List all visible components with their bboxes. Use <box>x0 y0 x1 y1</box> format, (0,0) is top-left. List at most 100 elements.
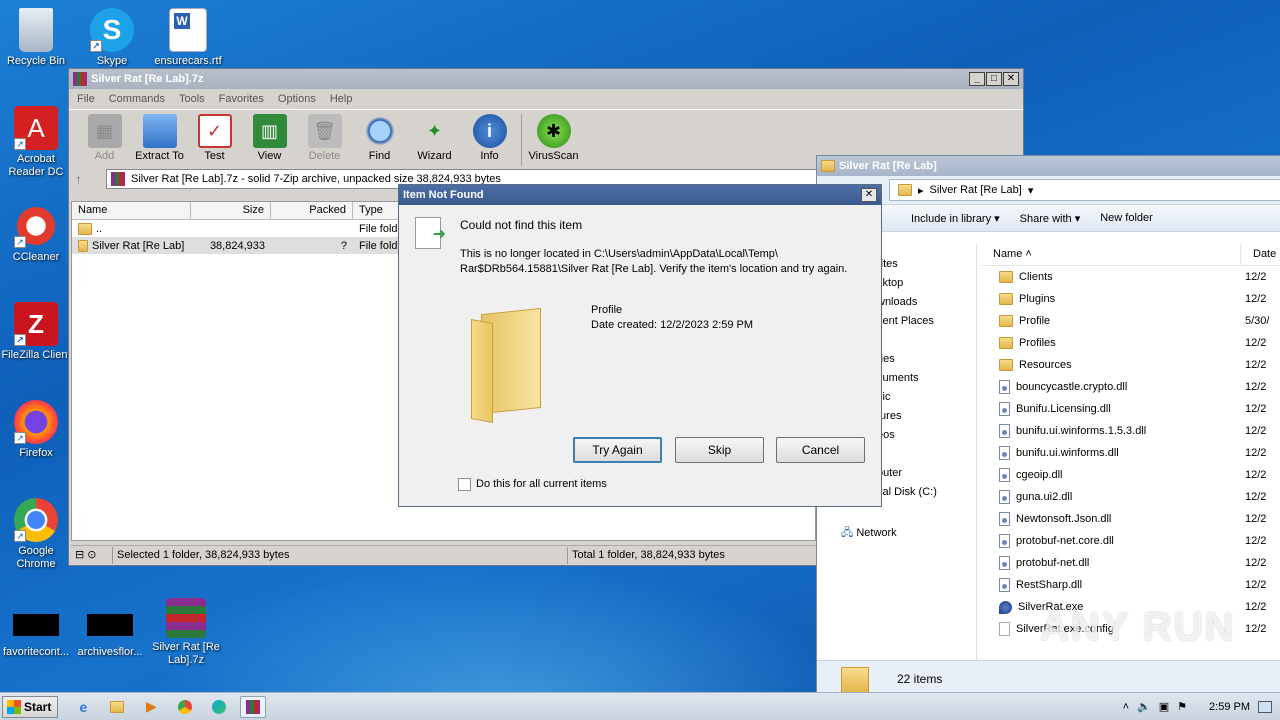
volume-icon[interactable]: 🔈 <box>1137 700 1151 713</box>
view-button[interactable]: ▥ View <box>242 114 297 162</box>
nav-item-documents[interactable]: cuments <box>877 372 919 384</box>
nav-network-label: Network <box>856 527 897 539</box>
dialog-titlebar[interactable]: Item Not Found ✕ <box>399 185 881 205</box>
delete-button[interactable]: 🗑 Delete <box>297 114 352 162</box>
desktop-icon-skype[interactable]: S ↗ Skype <box>76 8 148 68</box>
wizard-button[interactable]: ✦ Wizard <box>407 114 462 163</box>
desktop-icon-filezilla[interactable]: Z ↗ FileZilla Client <box>0 302 72 362</box>
explorer-titlebar[interactable]: Silver Rat [Re Lab] <box>817 156 1280 176</box>
dialog-heading: Could not find this item <box>460 218 583 232</box>
list-item[interactable]: Clients 12/2 <box>981 266 1280 288</box>
close-button[interactable]: ✕ <box>861 188 877 202</box>
start-button[interactable]: Start <box>2 695 59 718</box>
new-folder-button[interactable]: New folder <box>1100 212 1153 224</box>
network-tray-icon[interactable]: ▣ <box>1159 700 1169 713</box>
info-button[interactable]: i Info <box>462 114 517 162</box>
chevron-up-icon[interactable]: ˄ <box>1123 701 1129 713</box>
taskbar-ie[interactable]: e <box>70 696 96 718</box>
find-button[interactable]: Find <box>352 114 407 162</box>
virusscan-button[interactable]: ✱ VirusScan <box>526 114 581 162</box>
menu-file[interactable]: File <box>77 93 95 105</box>
item-name-cell: bunifu.ui.winforms.dll <box>981 446 1239 460</box>
nav-item-network[interactable]: 🖧 Network <box>841 524 897 543</box>
menu-commands[interactable]: Commands <box>109 93 165 105</box>
list-item[interactable]: protobuf-net.dll 12/2 <box>981 552 1280 574</box>
desktop-icon-label: CCleaner <box>12 251 60 263</box>
menu-favorites[interactable]: Favorites <box>219 93 264 105</box>
item-name-cell: guna.ui2.dll <box>981 490 1239 504</box>
flag-icon[interactable]: ⚑ <box>1177 700 1187 713</box>
sevenzip-titlebar[interactable]: Silver Rat [Re Lab].7z _ □ ✕ <box>69 69 1023 89</box>
list-item[interactable]: Profile 5/30/ <box>981 310 1280 332</box>
desktop-icon-chrome[interactable]: ↗ Google Chrome <box>0 498 72 571</box>
skip-button[interactable]: Skip <box>675 437 764 463</box>
list-item[interactable]: Newtonsoft.Json.dll 12/2 <box>981 508 1280 530</box>
desktop-icon-ccleaner[interactable]: ↗ CCleaner <box>0 204 72 264</box>
taskbar-edge[interactable] <box>206 696 232 718</box>
taskbar-media-player[interactable]: ▶ <box>138 696 164 718</box>
add-button[interactable]: ▦ Add <box>77 114 132 162</box>
show-desktop-icon[interactable] <box>1258 700 1272 713</box>
taskbar-explorer[interactable] <box>104 696 130 718</box>
taskbar-chrome[interactable] <box>172 696 198 718</box>
col-packed[interactable]: Packed <box>271 202 353 219</box>
col-size[interactable]: Size <box>191 202 271 219</box>
item-date: 12/2 <box>1245 513 1267 525</box>
dialog-message-line1: This is no longer located in C:\Users\ad… <box>460 248 778 260</box>
cancel-button[interactable]: Cancel <box>776 437 865 463</box>
list-item[interactable]: cgeoip.dll 12/2 <box>981 464 1280 486</box>
extract-to-button[interactable]: Extract To <box>132 114 187 162</box>
desktop-icon-recycle-bin[interactable]: Recycle Bin <box>0 8 72 68</box>
nav-item-downloads[interactable]: wnloads <box>877 296 917 308</box>
list-item[interactable]: guna.ui2.dll 12/2 <box>981 486 1280 508</box>
desktop-icon-favoritecont[interactable]: favoritecont... <box>0 614 72 659</box>
desktop-icon-silver-rat-7z[interactable]: Silver Rat [Re Lab].7z <box>150 598 222 667</box>
desktop-icon-archivesflor[interactable]: archivesflor... <box>74 614 146 659</box>
test-button[interactable]: ✓ Test <box>187 114 242 162</box>
desktop-icon-acrobat[interactable]: A ↗ Acrobat Reader DC <box>0 106 72 179</box>
list-item[interactable]: Bunifu.Licensing.dll 12/2 <box>981 398 1280 420</box>
menu-tools[interactable]: Tools <box>179 93 205 105</box>
col-name[interactable]: Name <box>72 202 191 219</box>
item-name-cell: protobuf-net.core.dll <box>981 534 1239 548</box>
breadcrumb[interactable]: ▸ Silver Rat [Re Lab] ▾ <box>889 179 1280 201</box>
share-with-button[interactable]: Share with ▾ <box>1020 212 1081 225</box>
taskbar-7zip[interactable] <box>240 695 267 718</box>
col-date[interactable]: Date <box>1241 244 1280 265</box>
chevron-down-icon[interactable]: ▾ <box>1028 184 1034 197</box>
desktop-icon-label: Acrobat Reader DC <box>8 153 64 178</box>
list-item[interactable]: bouncycastle.crypto.dll 12/2 <box>981 376 1280 398</box>
list-item[interactable]: protobuf-net.core.dll 12/2 <box>981 530 1280 552</box>
nav-item-local-disk[interactable]: cal Disk (C:) <box>877 486 937 498</box>
col-name[interactable]: Name ˄ <box>981 244 1241 265</box>
clock[interactable]: 2:59 PM <box>1209 701 1250 713</box>
item-name: Newtonsoft.Json.dll <box>1016 513 1112 525</box>
wallpaper-glow <box>150 560 850 710</box>
close-button[interactable]: ✕ <box>1003 72 1019 86</box>
desktop-icon-word-doc[interactable]: W ensurecars.rtf <box>152 8 224 68</box>
try-again-button[interactable]: Try Again <box>573 437 662 463</box>
menu-options[interactable]: Options <box>278 93 316 105</box>
do-this-for-all-checkbox[interactable] <box>458 478 471 491</box>
item-not-found-dialog[interactable]: Item Not Found ✕ ➜ Could not find this i… <box>398 184 882 507</box>
maximize-button[interactable]: □ <box>986 72 1002 86</box>
menu-help[interactable]: Help <box>330 93 353 105</box>
minimize-button[interactable]: _ <box>969 72 985 86</box>
acrobat-icon: A ↗ <box>14 106 58 150</box>
window-title: Silver Rat [Re Lab] <box>839 160 937 172</box>
item-date: 5/30/ <box>1245 315 1270 327</box>
list-item[interactable]: RestSharp.dll 12/2 <box>981 574 1280 596</box>
list-item[interactable]: Profiles 12/2 <box>981 332 1280 354</box>
up-arrow-icon[interactable]: ↑ <box>75 171 82 187</box>
explorer-file-list[interactable]: Name ˄ Date Clients 12/2 Plugins 12/2 Profil… <box>981 244 1280 660</box>
desktop-icon-firefox[interactable]: ↗ Firefox <box>0 400 72 460</box>
list-item[interactable]: bunifu.ui.winforms.1.5.3.dll 12/2 <box>981 420 1280 442</box>
list-item[interactable]: Resources 12/2 <box>981 354 1280 376</box>
nav-item-recent-places[interactable]: cent Places <box>877 315 934 327</box>
chevron-right-icon: ▸ <box>918 184 924 197</box>
list-item[interactable]: Plugins 12/2 <box>981 288 1280 310</box>
include-in-library-button[interactable]: Include in library ▾ <box>911 212 1000 225</box>
word-document-icon: W <box>169 8 207 52</box>
dll-file-icon <box>999 468 1010 482</box>
list-item[interactable]: bunifu.ui.winforms.dll 12/2 <box>981 442 1280 464</box>
